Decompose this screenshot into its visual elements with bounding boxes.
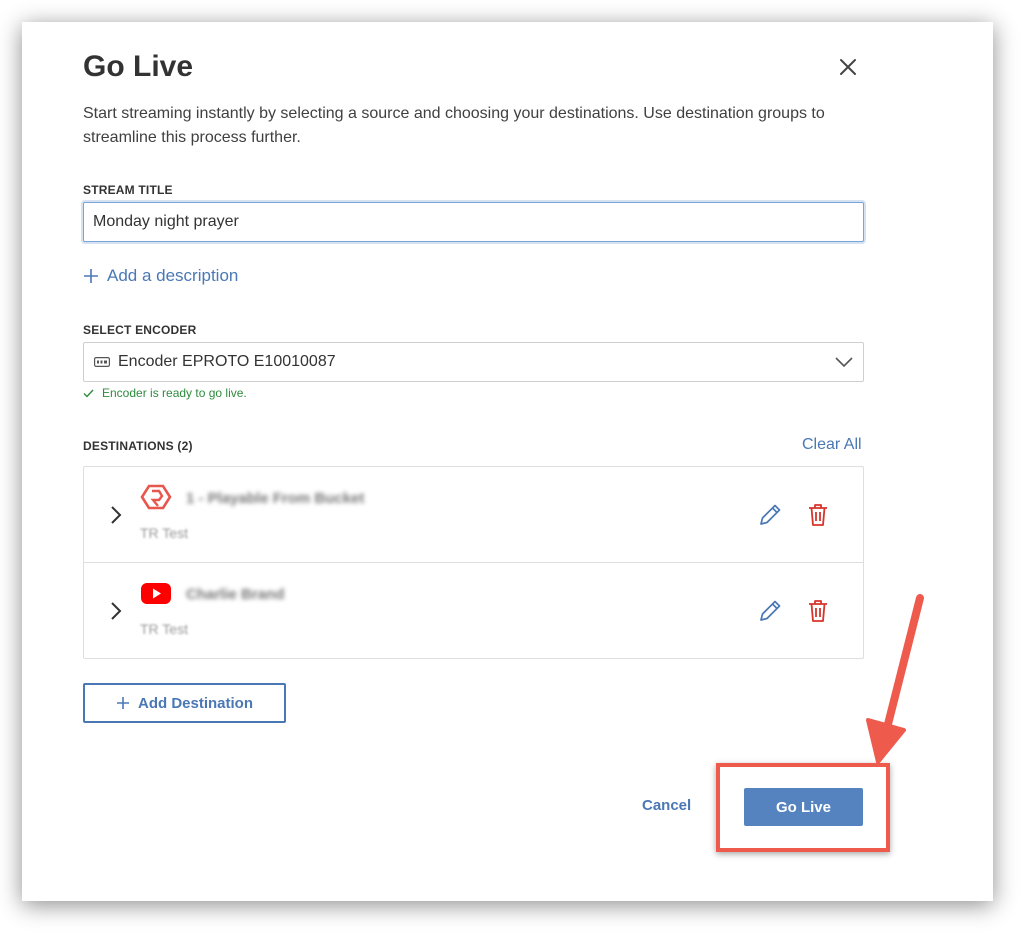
annotation-arrow-icon: [866, 594, 924, 764]
stream-title-label: STREAM TITLE: [83, 183, 173, 197]
destination-name: Charlie Brand: [186, 586, 285, 603]
bucket-logo-icon: [140, 484, 172, 510]
clear-all-link[interactable]: Clear All: [802, 436, 862, 454]
edit-pencil-icon[interactable]: [757, 598, 783, 624]
chevron-right-icon[interactable]: [110, 601, 122, 621]
add-destination-label: Add Destination: [138, 694, 253, 712]
close-icon[interactable]: [837, 56, 859, 78]
destination-row: 1 - Playable From Bucket TR Test: [84, 467, 863, 563]
check-icon: [83, 389, 94, 398]
trash-icon[interactable]: [807, 502, 829, 528]
modal-title: Go Live: [83, 50, 194, 83]
encoder-status: Encoder is ready to go live.: [83, 386, 247, 400]
chevron-right-icon[interactable]: [110, 505, 122, 525]
intro-text: Start streaming instantly by selecting a…: [83, 105, 825, 146]
add-destination-button[interactable]: Add Destination: [83, 683, 286, 723]
destination-name: 1 - Playable From Bucket: [186, 490, 365, 507]
go-live-button[interactable]: Go Live: [744, 788, 863, 826]
destination-list: 1 - Playable From Bucket TR Test Charlie…: [83, 466, 864, 659]
trash-icon[interactable]: [807, 598, 829, 624]
stream-title-input[interactable]: [83, 202, 864, 242]
select-encoder-label: SELECT ENCODER: [83, 323, 197, 337]
encoder-select[interactable]: Encoder EPROTO E10010087: [83, 342, 864, 382]
add-description-link[interactable]: Add a description: [83, 266, 238, 286]
destination-subtitle: TR Test: [140, 621, 188, 637]
go-live-modal: Go Live Start streaming instantly by sel…: [22, 22, 993, 901]
destination-subtitle: TR Test: [140, 525, 188, 541]
plus-icon: [84, 269, 98, 283]
cancel-button[interactable]: Cancel: [642, 797, 691, 814]
destination-row: Charlie Brand TR Test: [84, 563, 863, 659]
plus-icon: [117, 697, 129, 709]
encoder-status-text: Encoder is ready to go live.: [102, 386, 247, 400]
encoder-device-icon: [94, 357, 110, 367]
youtube-logo-icon: [141, 583, 171, 604]
chevron-down-icon: [835, 357, 853, 368]
edit-pencil-icon[interactable]: [757, 502, 783, 528]
add-description-label: Add a description: [107, 266, 239, 285]
encoder-selected-value: Encoder EPROTO E10010087: [118, 353, 336, 370]
destinations-label: DESTINATIONS (2): [83, 439, 193, 453]
